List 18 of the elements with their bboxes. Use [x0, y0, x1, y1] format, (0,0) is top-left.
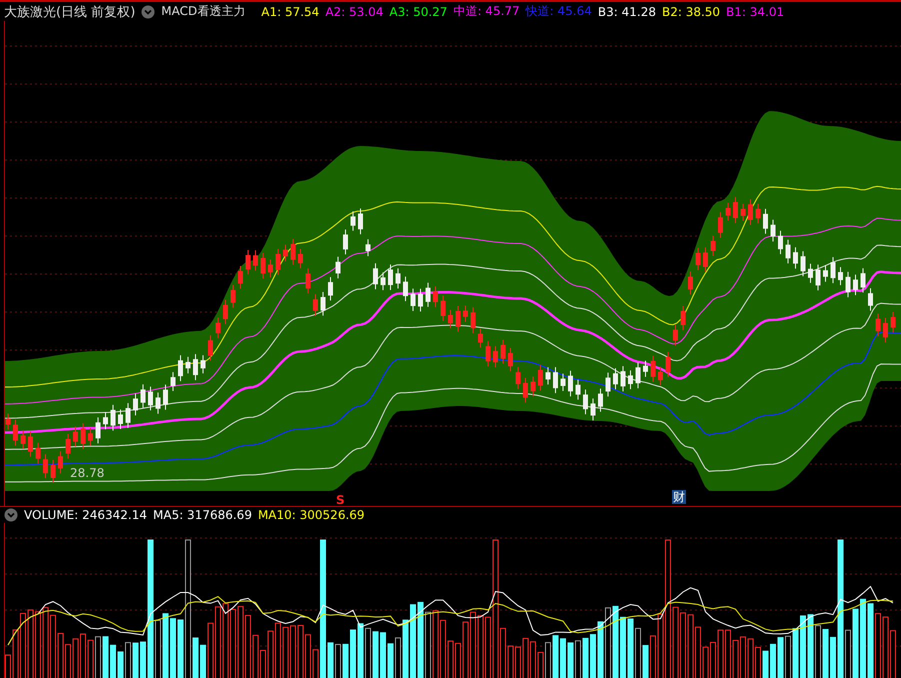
indicator-name: MACD看透主力: [161, 3, 246, 20]
indicator-value: 快道: 45.64: [526, 3, 592, 20]
indicator-value: A2: 53.04: [325, 4, 384, 18]
news-marker[interactable]: 财: [672, 490, 686, 504]
signal-marker: S: [336, 493, 345, 507]
low-price-label: 28.78: [69, 467, 106, 480]
stock-title: 大族激光(日线 前复权): [4, 4, 136, 20]
volume-value: MA5: 317686.69: [153, 508, 252, 522]
indicator-value: B2: 38.50: [662, 4, 720, 18]
chevron-down-icon[interactable]: [141, 4, 156, 18]
volume-value: VOLUME: 246342.14: [24, 508, 147, 522]
indicator-value: A1: 57.54: [261, 4, 320, 18]
indicator-value: 中道: 45.77: [453, 3, 520, 20]
indicator-value: A3: 50.27: [389, 4, 448, 18]
chevron-down-icon[interactable]: [4, 508, 18, 522]
indicator-value: B3: 41.28: [598, 4, 656, 18]
volume-value: MA10: 300526.69: [258, 508, 365, 522]
indicator-value: B1: 34.01: [726, 4, 784, 18]
